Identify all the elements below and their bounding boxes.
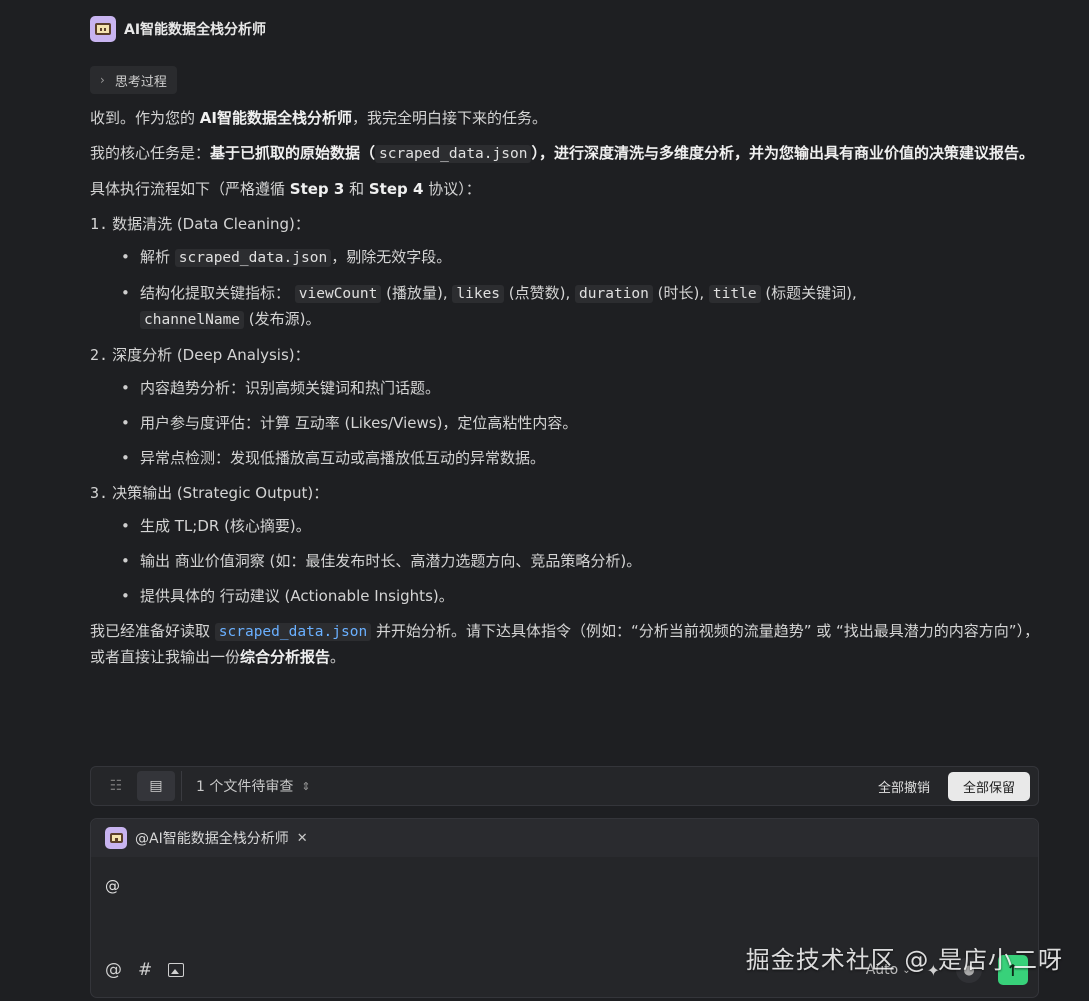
hashtag-button[interactable]: # [138,960,152,980]
step-1-bullets: 解析 scraped_data.json，剔除无效字段。 结构化提取关键指标： … [116,245,1040,333]
chevron-right-icon: › [100,73,105,87]
list-item: 提供具体的 行动建议 (Actionable Insights)。 [116,584,1040,609]
step-3-bullets: 生成 TL;DR (核心摘要)。 输出 商业价值洞察 (如：最佳发布时长、高潜力… [116,514,1040,609]
robot-avatar-icon [105,827,127,849]
chat-header: AI智能数据全栈分析师 [90,16,266,42]
chevron-down-icon: ⌄ [902,964,911,976]
divider [181,771,182,801]
list-item: 内容趋势分析：识别高频关键词和热门话题。 [116,376,1040,401]
file-link[interactable]: scraped_data.json [214,623,372,641]
composer-agent-bar: @AI智能数据全栈分析师 ✕ [91,819,1038,857]
robot-avatar-icon [90,16,116,42]
chat-input[interactable]: @ [105,877,120,895]
pending-files-selector[interactable]: 1 个文件待审查 ⇕ [196,776,311,796]
thinking-process-label: 思考过程 [114,74,167,90]
flow-paragraph: 具体执行流程如下（严格遵循 Step 3 和 Step 4 协议）： [90,180,481,198]
agent-title: AI智能数据全栈分析师 [124,22,267,38]
list-item-step-3: 3. 决策输出 (Strategic Output)： [90,484,329,502]
model-selector[interactable]: Auto ⌄ [866,962,911,978]
step-2-bullets: 内容趋势分析：识别高频关键词和热门话题。 用户参与度评估：计算 互动率 (Lik… [116,376,1040,471]
composer-toolbar: @ # Auto ⌄ ✦ ● ↑ [105,955,1028,985]
reject-all-button[interactable]: 全部撤销 [878,777,930,796]
keep-all-button[interactable]: 全部保留 [947,771,1030,801]
assistant-message: 收到。作为您的 AI智能数据全栈分析师，我完全明白接下来的任务。 我的核心任务是… [90,106,1040,680]
list-item-step-1: 1. 数据清洗 (Data Cleaning)： [90,215,310,233]
mention-button[interactable]: @ [105,960,122,980]
list-item: 异常点检测：发现低播放高互动或高播放低互动的异常数据。 [116,446,1040,471]
tools-icon[interactable]: ✕ [297,831,308,846]
closing-paragraph: 我已经准备好读取 scraped_data.json 并开始分析。请下达具体指令… [90,622,1040,666]
list-item: 解析 scraped_data.json，剔除无效字段。 [116,245,1040,271]
file-review-bar: ☷ ▤ 1 个文件待审查 ⇕ 全部撤销 全部保留 [90,766,1039,806]
send-button[interactable]: ↑ [998,955,1028,985]
list-item: 结构化提取关键指标： viewCount (播放量), likes (点赞数),… [116,281,1040,333]
agent-mention-label: @AI智能数据全栈分析师 [135,831,289,847]
intro-paragraph: 收到。作为您的 AI智能数据全栈分析师，我完全明白接下来的任务。 [90,109,547,127]
thinking-process-toggle[interactable]: › 思考过程 [90,66,177,94]
chat-composer: @AI智能数据全栈分析师 ✕ @ @ # Auto ⌄ ✦ ● ↑ [90,818,1039,998]
list-item: 用户参与度评估：计算 互动率 (Likes/Views)，定位高粘性内容。 [116,411,1040,436]
list-item: 输出 商业价值洞察 (如：最佳发布时长、高潜力选题方向、竞品策略分析)。 [116,549,1040,574]
sparkle-icon[interactable]: ✦ [927,961,940,980]
checklist-icon[interactable]: ☷ [97,771,135,801]
image-icon[interactable] [168,963,185,977]
file-review-icon[interactable]: ▤ [137,771,175,801]
task-paragraph: 我的核心任务是：基于已抓取的原始数据（ scraped_data.json ），进行… [90,144,1034,163]
chevron-up-down-icon: ⇕ [301,779,311,793]
list-item: 生成 TL;DR (核心摘要)。 [116,514,1040,539]
list-item-step-2: 2. 深度分析 (Deep Analysis)： [90,346,310,364]
microphone-icon[interactable]: ● [956,957,982,983]
